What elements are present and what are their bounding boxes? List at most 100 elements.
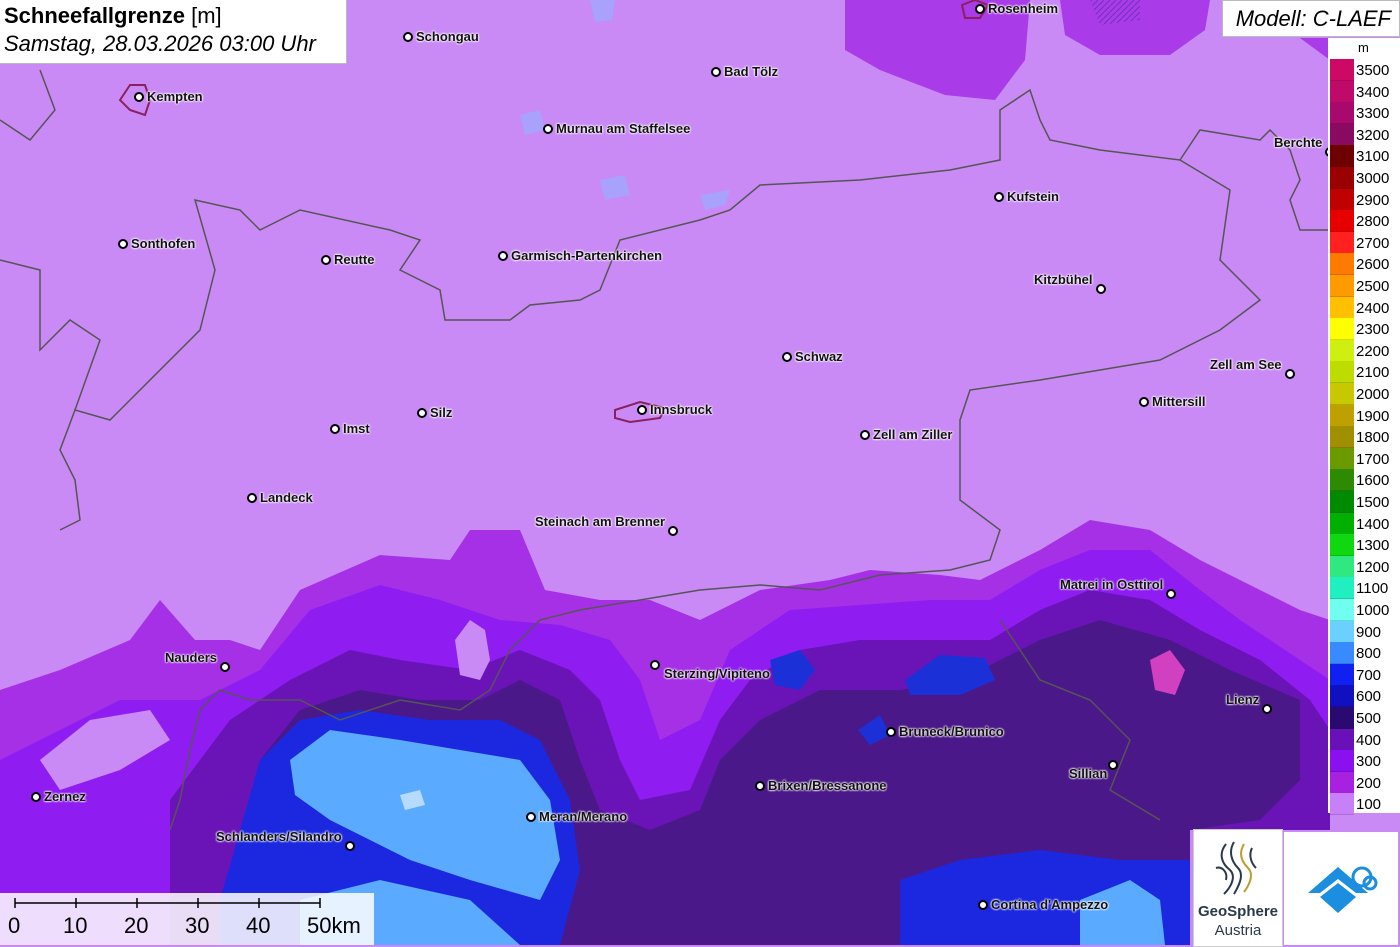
legend-swatch <box>1330 534 1354 557</box>
legend-swatch <box>1330 685 1354 708</box>
legend-label: 1500 <box>1356 494 1390 511</box>
legend-swatch <box>1330 383 1354 405</box>
city-label: Sterzing/Vipiteno <box>664 666 770 681</box>
legend-swatch <box>1330 599 1354 621</box>
city-label: Kufstein <box>1007 189 1059 204</box>
legend-entry: 1800 <box>1330 426 1400 449</box>
legend-swatch <box>1330 728 1354 751</box>
city-dot-icon <box>1262 704 1272 714</box>
app-logo[interactable] <box>1284 832 1398 945</box>
city-dot-icon <box>1108 760 1118 770</box>
geosphere-logo[interactable]: GeoSphere Austria <box>1193 829 1283 947</box>
legend-entry: 3100 <box>1330 145 1400 168</box>
logo-text: Austria <box>1214 922 1262 939</box>
city-dot-icon <box>886 727 896 737</box>
legend-label: 2300 <box>1356 321 1390 339</box>
city-dot-icon <box>711 67 721 77</box>
legend-label: 3300 <box>1356 105 1390 123</box>
city-label: Zernez <box>44 789 86 804</box>
legend-swatch <box>1330 404 1354 427</box>
legend-entry: 1300 <box>1330 534 1400 557</box>
legend-entry: 1500 <box>1330 491 1400 513</box>
legend-swatch <box>1330 231 1354 254</box>
legend-entry: 1600 <box>1330 469 1400 492</box>
city-label: Matrei in Osttirol <box>1060 577 1164 592</box>
city-dot-icon <box>994 192 1004 202</box>
legend-entry: 2000 <box>1330 383 1400 405</box>
city-dot-icon <box>978 900 988 910</box>
scale-bar: 0 10 20 30 40 50km <box>0 893 374 945</box>
legend-label: 2200 <box>1356 342 1390 360</box>
scale-label: 50km <box>307 913 361 938</box>
legend-entry: 600 <box>1330 685 1400 708</box>
legend-label: 2000 <box>1356 386 1390 403</box>
legend-label: 1900 <box>1356 407 1390 425</box>
legend-entry: 400 <box>1330 728 1400 751</box>
city-label: Innsbruck <box>650 402 713 417</box>
legend-entry: 3500 <box>1330 59 1400 81</box>
city-dot-icon <box>650 660 660 670</box>
legend-swatch <box>1330 275 1354 297</box>
legend-entry: 2100 <box>1330 361 1400 384</box>
legend-label: 2700 <box>1356 234 1390 252</box>
city-dot-icon <box>543 124 553 134</box>
city-label: Zell am See <box>1210 357 1282 372</box>
legend-label: 2900 <box>1356 191 1390 209</box>
legend-entry: 3200 <box>1330 123 1400 146</box>
legend-entry: 100 <box>1330 793 1400 816</box>
legend-swatch <box>1330 707 1354 729</box>
city-dot-icon <box>526 812 536 822</box>
legend-label: 100 <box>1356 796 1382 814</box>
legend-label: 1000 <box>1356 602 1390 619</box>
city-dot-icon <box>31 792 41 802</box>
city-label: Nauders <box>165 650 218 665</box>
legend-entry: 1000 <box>1330 599 1400 621</box>
legend-swatch <box>1330 210 1354 233</box>
legend-swatch <box>1330 663 1354 686</box>
city-dot-icon <box>345 841 355 851</box>
color-legend: m 3500 3400 3300 3200 3100 3000 2900 2800 2700 26… <box>1328 38 1400 816</box>
model-label: Modell: C-LAEF <box>1235 6 1391 31</box>
city-label: Imst <box>343 421 370 436</box>
city-label: Landeck <box>260 490 313 505</box>
legend-label: 2400 <box>1356 299 1390 317</box>
legend-swatch <box>1330 426 1354 449</box>
legend-entry: 2900 <box>1330 188 1400 211</box>
legend-label: 2600 <box>1356 256 1390 274</box>
legend-entry: 3300 <box>1330 102 1400 125</box>
scale-label: 0 <box>8 913 21 938</box>
city-dot-icon <box>1139 397 1149 407</box>
city-label: Steinach am Brenner <box>535 514 666 529</box>
city-dot-icon <box>860 430 870 440</box>
city-dot-icon <box>220 662 230 672</box>
scale-label: 30 <box>185 913 210 938</box>
legend-swatch <box>1330 555 1354 578</box>
model-panel: Modell: C-LAEF <box>1222 0 1400 37</box>
legend-swatch <box>1330 253 1354 276</box>
legend-swatch <box>1330 642 1354 665</box>
city-label: Schongau <box>416 29 479 44</box>
city-label: Zell am Ziller <box>873 427 953 442</box>
legend-entry: 200 <box>1330 771 1400 794</box>
legend-label: 900 <box>1356 623 1382 641</box>
legend-entry: 2600 <box>1330 253 1400 276</box>
legend-swatch <box>1330 793 1354 816</box>
legend-unit: m <box>1358 40 1369 55</box>
city-dot-icon <box>118 239 128 249</box>
legend-swatch <box>1330 512 1354 535</box>
city-label: Garmisch-Partenkirchen <box>511 248 663 263</box>
geosphere-mark-icon <box>1215 841 1257 895</box>
legend-label: 3500 <box>1356 62 1390 79</box>
city-dot-icon <box>134 92 144 102</box>
legend-entry: 1100 <box>1330 577 1400 600</box>
legend-swatch <box>1330 167 1354 189</box>
city-dot-icon <box>498 251 508 261</box>
legend-entry: 2500 <box>1330 275 1400 297</box>
map-canvas[interactable] <box>0 0 1400 945</box>
legend-swatch <box>1330 620 1354 643</box>
legend-swatch <box>1330 145 1354 168</box>
legend-entry: 2200 <box>1330 339 1400 362</box>
city-dot-icon <box>637 405 647 415</box>
city-label: Kempten <box>147 89 203 104</box>
legend-swatch <box>1330 123 1354 146</box>
